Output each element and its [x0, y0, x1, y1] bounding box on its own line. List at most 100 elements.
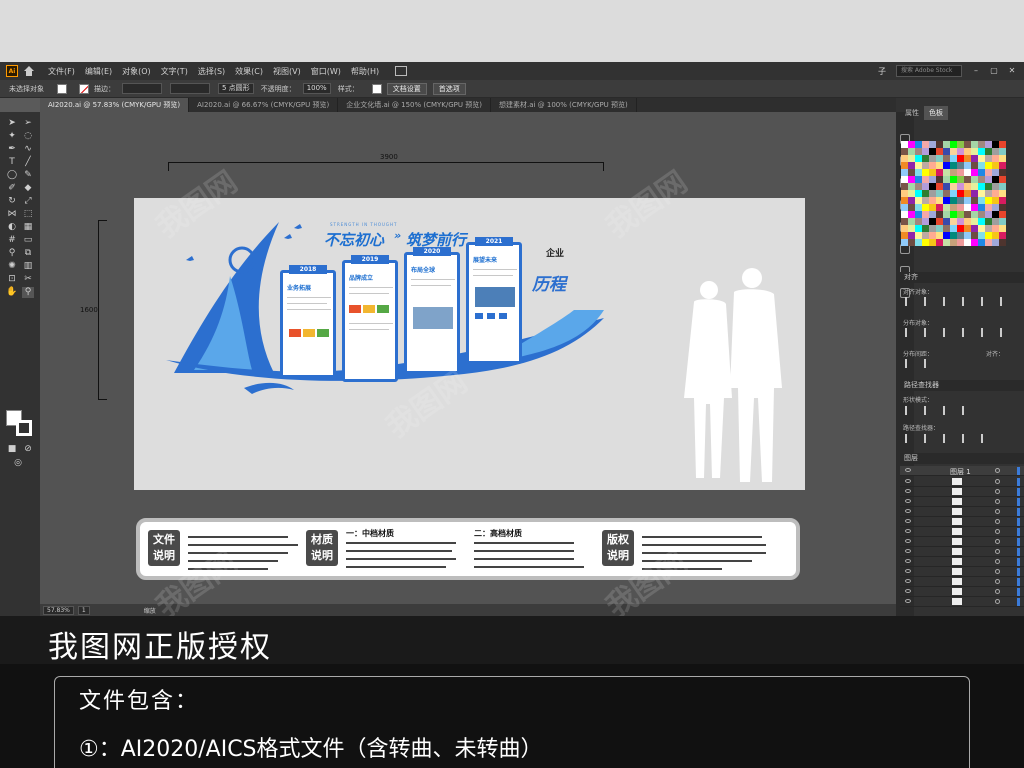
color-swatch[interactable]	[978, 211, 985, 218]
color-swatch[interactable]	[971, 176, 978, 183]
color-swatch[interactable]	[999, 141, 1006, 148]
sublayer-row[interactable]	[900, 517, 1024, 527]
fill-swatch[interactable]	[57, 83, 67, 94]
color-swatch[interactable]	[992, 225, 999, 232]
color-swatch[interactable]	[985, 183, 992, 190]
color-swatch[interactable]	[950, 225, 957, 232]
menu-type[interactable]: 文字(T)	[161, 66, 188, 77]
color-swatch[interactable]	[915, 197, 922, 204]
color-swatch[interactable]	[929, 218, 936, 225]
workspace-label[interactable]: 子	[878, 66, 886, 77]
color-swatch[interactable]	[943, 183, 950, 190]
color-swatch[interactable]	[992, 239, 999, 246]
color-swatch[interactable]	[936, 183, 943, 190]
color-swatch[interactable]	[929, 176, 936, 183]
color-swatch[interactable]	[999, 183, 1006, 190]
opacity-field[interactable]: 100%	[302, 83, 331, 94]
color-swatch[interactable]	[936, 204, 943, 211]
color-swatch[interactable]	[915, 225, 922, 232]
color-swatch[interactable]	[957, 197, 964, 204]
workspace-grid-icon[interactable]	[395, 66, 408, 76]
color-swatch[interactable]	[957, 141, 964, 148]
tab-material[interactable]: 想建素材.ai @ 100% (CMYK/GPU 预览)	[491, 98, 637, 112]
color-swatch[interactable]	[999, 197, 1006, 204]
color-swatch[interactable]	[901, 141, 908, 148]
color-swatch[interactable]	[978, 232, 985, 239]
color-swatch[interactable]	[915, 148, 922, 155]
graph-tool-icon[interactable]: ▥	[22, 261, 34, 272]
sublayer-row[interactable]	[900, 507, 1024, 517]
color-swatch[interactable]	[943, 141, 950, 148]
color-swatch[interactable]	[936, 190, 943, 197]
color-swatch[interactable]	[985, 141, 992, 148]
color-swatch[interactable]	[915, 176, 922, 183]
zoom-field[interactable]: 57.83%	[43, 605, 74, 615]
target-circle-icon[interactable]	[995, 569, 1000, 574]
color-swatch[interactable]	[964, 141, 971, 148]
visibility-eye-icon[interactable]	[905, 579, 911, 583]
free-transform-icon[interactable]: ⬚	[22, 209, 34, 220]
color-swatch[interactable]	[908, 148, 915, 155]
color-swatch[interactable]	[908, 204, 915, 211]
pathfinder-button-icon[interactable]	[924, 434, 933, 443]
color-swatch[interactable]	[957, 218, 964, 225]
sublayer-row[interactable]	[900, 557, 1024, 567]
color-swatch[interactable]	[929, 155, 936, 162]
color-swatch[interactable]	[999, 232, 1006, 239]
color-swatch[interactable]	[971, 183, 978, 190]
color-swatch[interactable]	[950, 190, 957, 197]
color-swatch[interactable]	[971, 232, 978, 239]
visibility-eye-icon[interactable]	[905, 569, 911, 573]
brush-field[interactable]: 5 点圆形	[218, 83, 254, 94]
none-mode-icon[interactable]: ⊘	[22, 444, 34, 455]
color-swatch[interactable]	[915, 141, 922, 148]
pathfinder-button-icon[interactable]	[943, 406, 952, 415]
artboard[interactable]: 不忘初心 » 筑梦前行 STRENGTH IN THOUGHT 2018 业务拓…	[134, 198, 805, 490]
color-swatch[interactable]	[915, 218, 922, 225]
color-swatch[interactable]	[978, 190, 985, 197]
document-settings-button[interactable]: 文档设置	[386, 82, 427, 95]
color-swatch[interactable]	[985, 176, 992, 183]
color-swatch[interactable]	[992, 176, 999, 183]
color-swatch[interactable]	[943, 148, 950, 155]
color-swatch[interactable]	[985, 162, 992, 169]
color-swatch[interactable]	[999, 211, 1006, 218]
color-swatch[interactable]	[908, 169, 915, 176]
color-swatch[interactable]	[992, 148, 999, 155]
color-swatch[interactable]	[992, 162, 999, 169]
stroke-weight-field[interactable]	[122, 83, 162, 94]
align-button-icon[interactable]	[962, 297, 971, 306]
shaper-tool-icon[interactable]: ✐	[6, 183, 18, 194]
slice-tool-icon[interactable]: ✂	[22, 274, 34, 285]
color-swatch[interactable]	[999, 148, 1006, 155]
target-circle-icon[interactable]	[995, 529, 1000, 534]
color-swatch[interactable]	[915, 204, 922, 211]
variable-width-field[interactable]	[170, 83, 210, 94]
menu-help[interactable]: 帮助(H)	[351, 66, 379, 77]
rotate-tool-icon[interactable]: ↻	[6, 196, 18, 207]
color-swatch[interactable]	[978, 218, 985, 225]
hand-tool-icon[interactable]: ✋	[6, 287, 18, 298]
gradient-tool-icon[interactable]: ▭	[22, 235, 34, 246]
visibility-eye-icon[interactable]	[905, 479, 911, 483]
color-swatch[interactable]	[929, 183, 936, 190]
color-swatch[interactable]	[929, 148, 936, 155]
color-swatch[interactable]	[901, 155, 908, 162]
align-button-icon[interactable]	[962, 328, 971, 337]
color-swatch[interactable]	[943, 204, 950, 211]
color-swatch[interactable]	[901, 183, 908, 190]
color-swatch[interactable]	[957, 239, 964, 246]
color-swatch[interactable]	[901, 239, 908, 246]
color-swatch[interactable]	[992, 155, 999, 162]
color-swatch[interactable]	[964, 176, 971, 183]
align-button-icon[interactable]	[943, 297, 952, 306]
layers-panel-header[interactable]: 图层	[900, 453, 1024, 464]
color-swatch[interactable]	[992, 183, 999, 190]
color-swatch[interactable]	[936, 176, 943, 183]
color-swatch[interactable]	[957, 204, 964, 211]
color-swatch[interactable]	[943, 239, 950, 246]
color-swatch[interactable]	[978, 176, 985, 183]
pen-tool-icon[interactable]: ✒	[6, 144, 18, 155]
color-swatch[interactable]	[908, 190, 915, 197]
draw-mode-icon[interactable]: ◎	[12, 458, 24, 469]
